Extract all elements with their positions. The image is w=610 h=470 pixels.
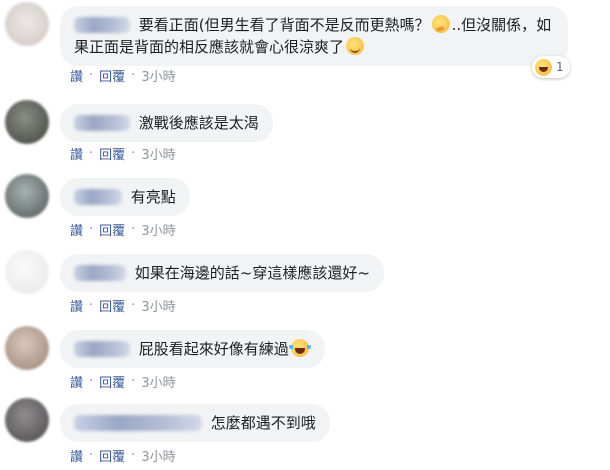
separator: · [89,222,94,237]
separator: · [89,374,94,389]
comment-text: 怎麼都遇不到哦 [210,414,316,432]
like-button[interactable]: 讚 [70,446,83,465]
separator: · [131,222,136,237]
reply-button[interactable]: 回覆 [99,446,125,465]
comment-text: 有亮點 [130,188,176,206]
commenter-name[interactable] [74,415,202,431]
timestamp[interactable]: 3小時 [141,220,175,239]
timestamp[interactable]: 3小時 [141,144,175,163]
comment-bubble: 有亮點 [60,178,190,216]
commenter-name[interactable] [74,17,130,33]
comment-bubble: 要看正面(但男生看了背面不是反而更熱嗎？ ..但沒關係，如果正面是背面的相反應該就… [60,6,568,66]
like-button[interactable]: 讚 [70,66,83,85]
separator: · [131,68,136,83]
laughing-face-icon [535,58,552,76]
comment-actions: 讚 · 回覆 · 3小時 [70,220,176,239]
timestamp[interactable]: 3小時 [141,66,175,85]
reply-button[interactable]: 回覆 [99,144,125,163]
reply-button[interactable]: 回覆 [99,220,125,239]
reaction-badge[interactable]: 1 [532,56,570,78]
avatar[interactable] [5,250,49,294]
avatar[interactable] [5,2,49,46]
comment-text: 要看正面(但男生看了背面不是反而更熱嗎？ [138,16,430,34]
commenter-name[interactable] [74,265,126,281]
comment-actions: 讚 · 回覆 · 3小時 [70,372,176,391]
separator: · [89,298,94,313]
commenter-name[interactable] [74,115,130,131]
comment-bubble: 屁股看起來好像有練過 [60,330,325,368]
commenter-name[interactable] [74,189,122,205]
comment-actions: 讚 · 回覆 · 3小時 [70,446,176,465]
separator: · [131,374,136,389]
timestamp[interactable]: 3小時 [141,446,175,465]
separator: · [131,146,136,161]
comment-text: 如果在海邊的話~穿這樣應該還好~ [134,264,370,282]
comment-actions: 讚 · 回覆 · 3小時 [70,66,176,85]
comment-actions: 讚 · 回覆 · 3小時 [70,296,176,315]
avatar[interactable] [5,398,49,442]
comment-bubble: 激戰後應該是太渴 [60,104,273,142]
commenter-name[interactable] [74,341,130,357]
avatar[interactable] [5,100,49,144]
timestamp[interactable]: 3小時 [141,372,175,391]
separator: · [131,298,136,313]
avatar[interactable] [5,326,49,370]
comment-bubble: 如果在海邊的話~穿這樣應該還好~ [60,254,384,292]
reply-button[interactable]: 回覆 [99,372,125,391]
comment-actions: 讚 · 回覆 · 3小時 [70,144,176,163]
reply-button[interactable]: 回覆 [99,66,125,85]
separator: · [89,448,94,463]
reaction-count: 1 [556,60,564,74]
comment-text: 屁股看起來好像有練過 [138,340,289,358]
separator: · [89,68,94,83]
like-button[interactable]: 讚 [70,144,83,163]
like-button[interactable]: 讚 [70,296,83,315]
reply-button[interactable]: 回覆 [99,296,125,315]
separator: · [131,448,136,463]
separator: · [89,146,94,161]
avatar[interactable] [5,174,49,218]
comment-text: 激戰後應該是太渴 [138,114,259,132]
like-button[interactable]: 讚 [70,372,83,391]
smiling-face-icon [346,37,365,55]
like-button[interactable]: 讚 [70,220,83,239]
tears-of-joy-icon [288,339,311,357]
timestamp[interactable]: 3小時 [141,296,175,315]
comment-bubble: 怎麼都遇不到哦 [60,404,330,442]
thinking-face-icon [431,15,450,33]
